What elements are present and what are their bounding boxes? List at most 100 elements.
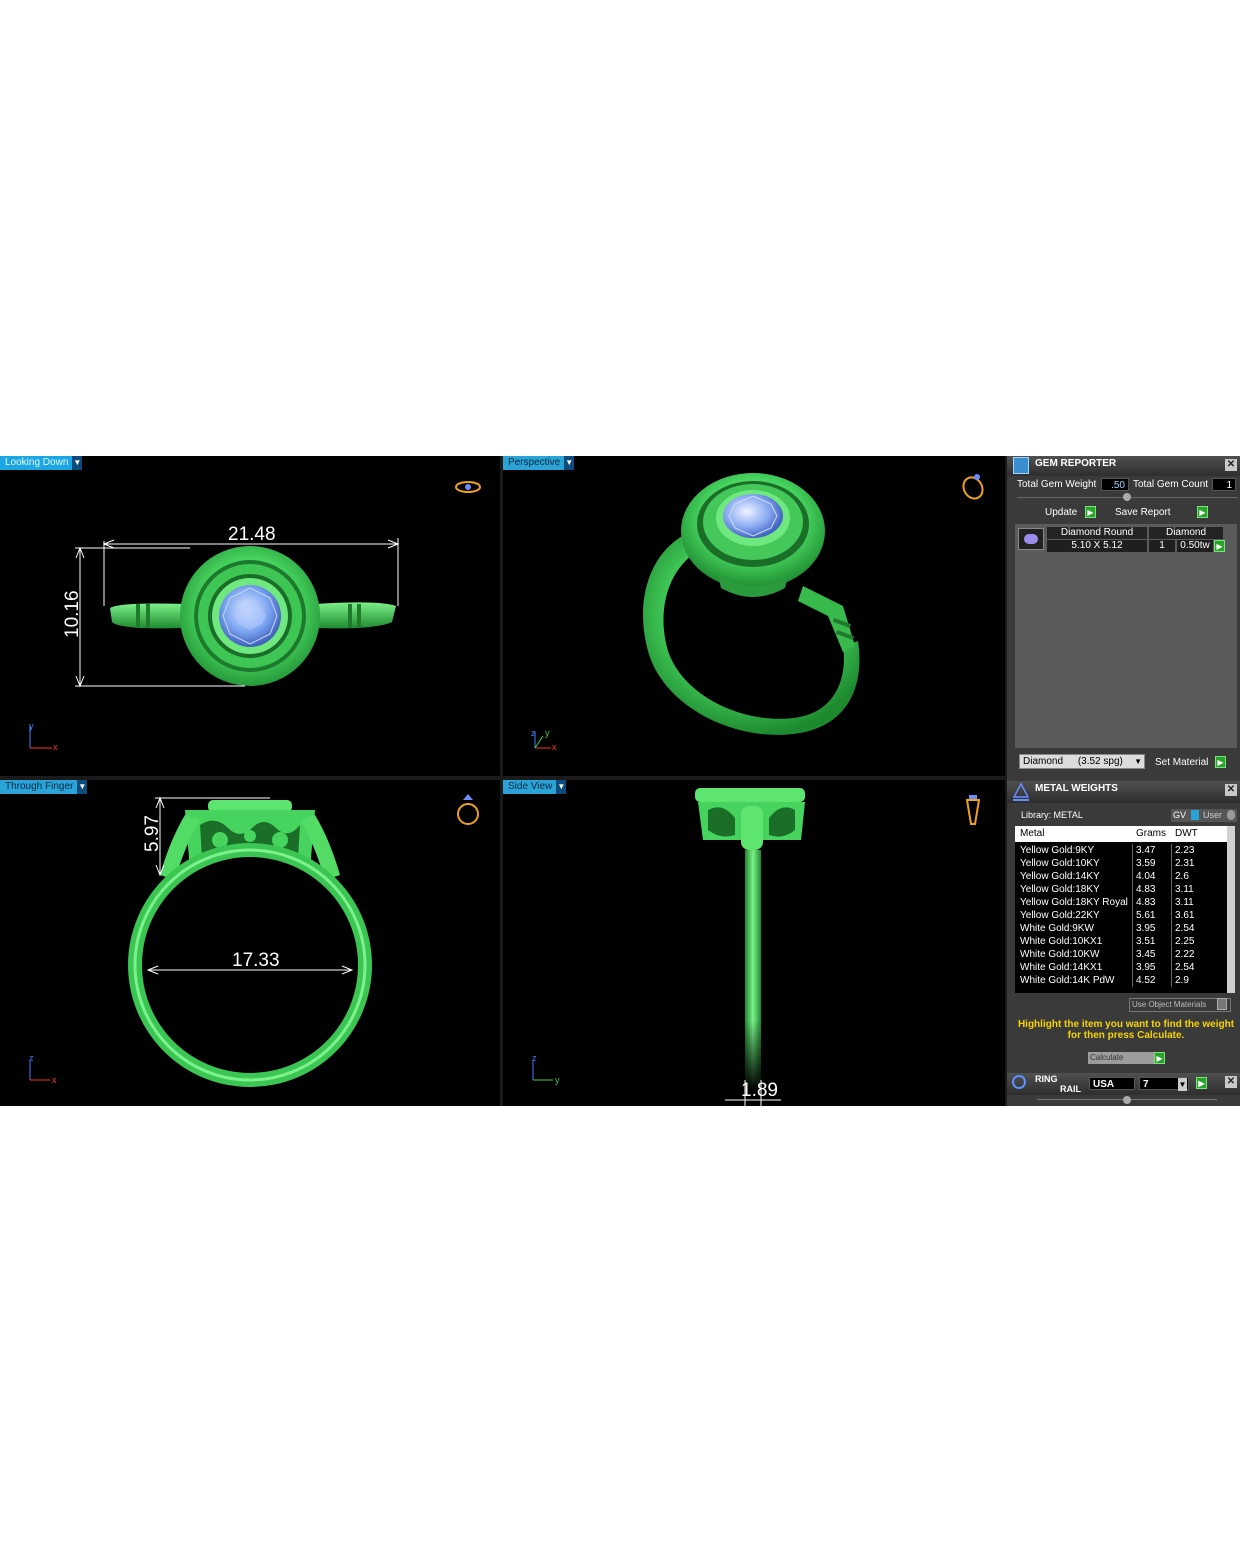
metal-table-scrollbar[interactable]	[1227, 826, 1235, 993]
cell-grams: 4.83	[1136, 884, 1156, 895]
update-button[interactable]: Update	[1045, 506, 1077, 519]
cell-metal: White Gold:10KW	[1020, 949, 1100, 960]
user-toggle[interactable]: User	[1201, 809, 1237, 822]
collapse-handle[interactable]	[1123, 1096, 1131, 1104]
axis-v-label: y	[29, 721, 34, 731]
looking-down-render: 21.48 10.16 y x	[29, 481, 481, 752]
col-grams-header: Grams	[1136, 826, 1166, 842]
table-row[interactable]: White Gold:14K PdW 4.52 2.9	[1015, 974, 1227, 987]
play-icon[interactable]: ▶	[1154, 1052, 1165, 1064]
table-row[interactable]: White Gold:10KW 3.45 2.22	[1015, 948, 1227, 961]
gv-label: GV	[1173, 810, 1187, 820]
update-label: Update	[1045, 507, 1078, 518]
ring-rail-title-2: RAIL	[1060, 1084, 1081, 1094]
chevron-down-icon: ▼	[1178, 1078, 1187, 1091]
table-row[interactable]: Yellow Gold:9KY 3.47 2.23	[1015, 844, 1227, 857]
axis-h-label: x	[552, 742, 557, 752]
cell-dwt: 2.31	[1175, 858, 1195, 869]
cell-grams: 3.51	[1136, 936, 1156, 947]
play-icon[interactable]: ▶	[1085, 506, 1096, 518]
calculate-label: Calculate	[1090, 1053, 1124, 1062]
material-select-value: Diamond	[1023, 756, 1064, 767]
right-panel: GEM REPORTER ✕ Total Gem Weight .50 Tota…	[1007, 456, 1240, 1106]
chevron-down-icon: ▼	[1134, 757, 1142, 766]
cell-grams: 3.95	[1136, 962, 1156, 973]
cell-dwt: 3.11	[1175, 884, 1194, 895]
cell-grams: 3.95	[1136, 923, 1156, 934]
dim-width-label: 21.48	[228, 524, 276, 545]
ring-rail-icon	[1012, 1075, 1026, 1089]
axis-h-label: x	[52, 1075, 57, 1085]
total-gem-count-field[interactable]: 1	[1212, 478, 1236, 491]
gv-toggle[interactable]: GV	[1171, 809, 1201, 822]
viewport-tab-looking-down[interactable]: Looking Down ▼	[0, 456, 83, 470]
save-report-button[interactable]: Save Report	[1115, 506, 1171, 519]
gem-list: Diamond Round Diamond 5.10 X 5.12 1 0.50…	[1015, 524, 1237, 748]
play-icon[interactable]: ▶	[1197, 506, 1208, 518]
cell-grams: 3.59	[1136, 858, 1156, 869]
axis-h-label: x	[53, 742, 58, 752]
table-row[interactable]: Yellow Gold:18KY Royal 4.83 3.11	[1015, 896, 1227, 909]
axis-v-label: z	[29, 1053, 34, 1063]
cell-dwt: 3.61	[1175, 910, 1195, 921]
play-icon[interactable]: ▶	[1215, 756, 1226, 768]
ring-size-value: 7	[1143, 1079, 1149, 1090]
viewport-tab-label: Looking Down	[5, 457, 69, 468]
gem-row-count[interactable]: 1	[1149, 540, 1175, 552]
cell-metal: Yellow Gold:22KY	[1020, 910, 1100, 921]
table-row[interactable]: White Gold:9KW 3.95 2.54	[1015, 922, 1227, 935]
cell-dwt: 2.23	[1175, 845, 1195, 856]
save-report-label: Save Report	[1115, 507, 1171, 518]
chevron-down-icon[interactable]: ▼	[77, 780, 88, 794]
collapse-handle[interactable]	[1123, 493, 1131, 501]
viewport-tab-perspective[interactable]: Perspective ▼	[503, 456, 575, 470]
cell-dwt: 2.54	[1175, 923, 1195, 934]
gem-reporter-title: GEM REPORTER	[1035, 458, 1117, 469]
chevron-down-icon[interactable]: ▼	[556, 780, 567, 794]
total-gem-count-label: Total Gem Count	[1133, 479, 1209, 490]
chevron-down-icon[interactable]: ▼	[564, 456, 575, 470]
perspective-ring-icon[interactable]	[960, 474, 987, 502]
ring-size-select[interactable]: 7 ▼	[1139, 1077, 1189, 1091]
table-row[interactable]: Yellow Gold:18KY 4.83 3.11	[1015, 883, 1227, 896]
cell-grams: 4.04	[1136, 871, 1156, 882]
play-icon[interactable]: ▶	[1214, 540, 1225, 552]
set-material-label: Set Material	[1155, 757, 1209, 768]
play-icon[interactable]: ▶	[1196, 1077, 1207, 1089]
table-row[interactable]: White Gold:14KX1 3.95 2.54	[1015, 961, 1227, 974]
dim-height-label: 10.16	[62, 590, 83, 638]
through-finger-render: 5.97 17.33 z x	[29, 794, 479, 1087]
gem-row-weight[interactable]: 0.50tw	[1177, 540, 1213, 552]
gem-row-size[interactable]: 5.10 X 5.12	[1047, 540, 1147, 552]
table-row[interactable]: Yellow Gold:14KY 4.04 2.6	[1015, 870, 1227, 883]
table-row[interactable]: White Gold:10KX1 3.51 2.25	[1015, 935, 1227, 948]
table-row[interactable]: Yellow Gold:22KY 5.61 3.61	[1015, 909, 1227, 922]
metal-weights-icon	[1012, 782, 1030, 801]
ring-standard-field[interactable]: USA	[1089, 1077, 1135, 1090]
close-icon[interactable]: ✕	[1225, 459, 1237, 471]
viewport-perspective[interactable]: z y x Perspective ▼	[503, 456, 1005, 776]
gem-reporter-header: GEM REPORTER ✕	[1007, 456, 1240, 476]
viewport-looking-down[interactable]: 21.48 10.16 y x Looking Down ▼	[0, 456, 500, 776]
material-select[interactable]: Diamond (3.52 spg) ▼	[1019, 754, 1145, 769]
gem-col-shape: Diamond Round	[1047, 527, 1147, 539]
total-gem-weight-field[interactable]: .50	[1101, 478, 1129, 491]
viewport-through-finger[interactable]: 5.97 17.33 z x Through Finger ▼	[0, 780, 500, 1106]
calculate-button[interactable]: Calculate	[1088, 1052, 1158, 1064]
view-orientation-icon[interactable]	[455, 481, 481, 493]
viewport-tab-through-finger[interactable]: Through Finger ▼	[0, 780, 88, 794]
use-object-materials-button[interactable]: Use Object Materials	[1129, 998, 1231, 1012]
viewport-side-view[interactable]: 1.89 z y Side View ▼	[503, 780, 1005, 1106]
ring-rail-title-1: RING	[1035, 1074, 1058, 1084]
toggle-icon[interactable]	[1217, 998, 1227, 1010]
front-ring-icon[interactable]	[457, 794, 479, 825]
close-icon[interactable]: ✕	[1225, 1076, 1237, 1088]
cell-grams: 3.45	[1136, 949, 1156, 960]
cell-dwt: 2.54	[1175, 962, 1195, 973]
set-material-button[interactable]: Set Material	[1155, 756, 1208, 769]
chevron-down-icon[interactable]: ▼	[72, 456, 83, 470]
side-ring-icon[interactable]	[965, 795, 981, 825]
close-icon[interactable]: ✕	[1225, 784, 1237, 796]
table-row[interactable]: Yellow Gold:10KY 3.59 2.31	[1015, 857, 1227, 870]
viewport-tab-side-view[interactable]: Side View ▼	[503, 780, 567, 794]
